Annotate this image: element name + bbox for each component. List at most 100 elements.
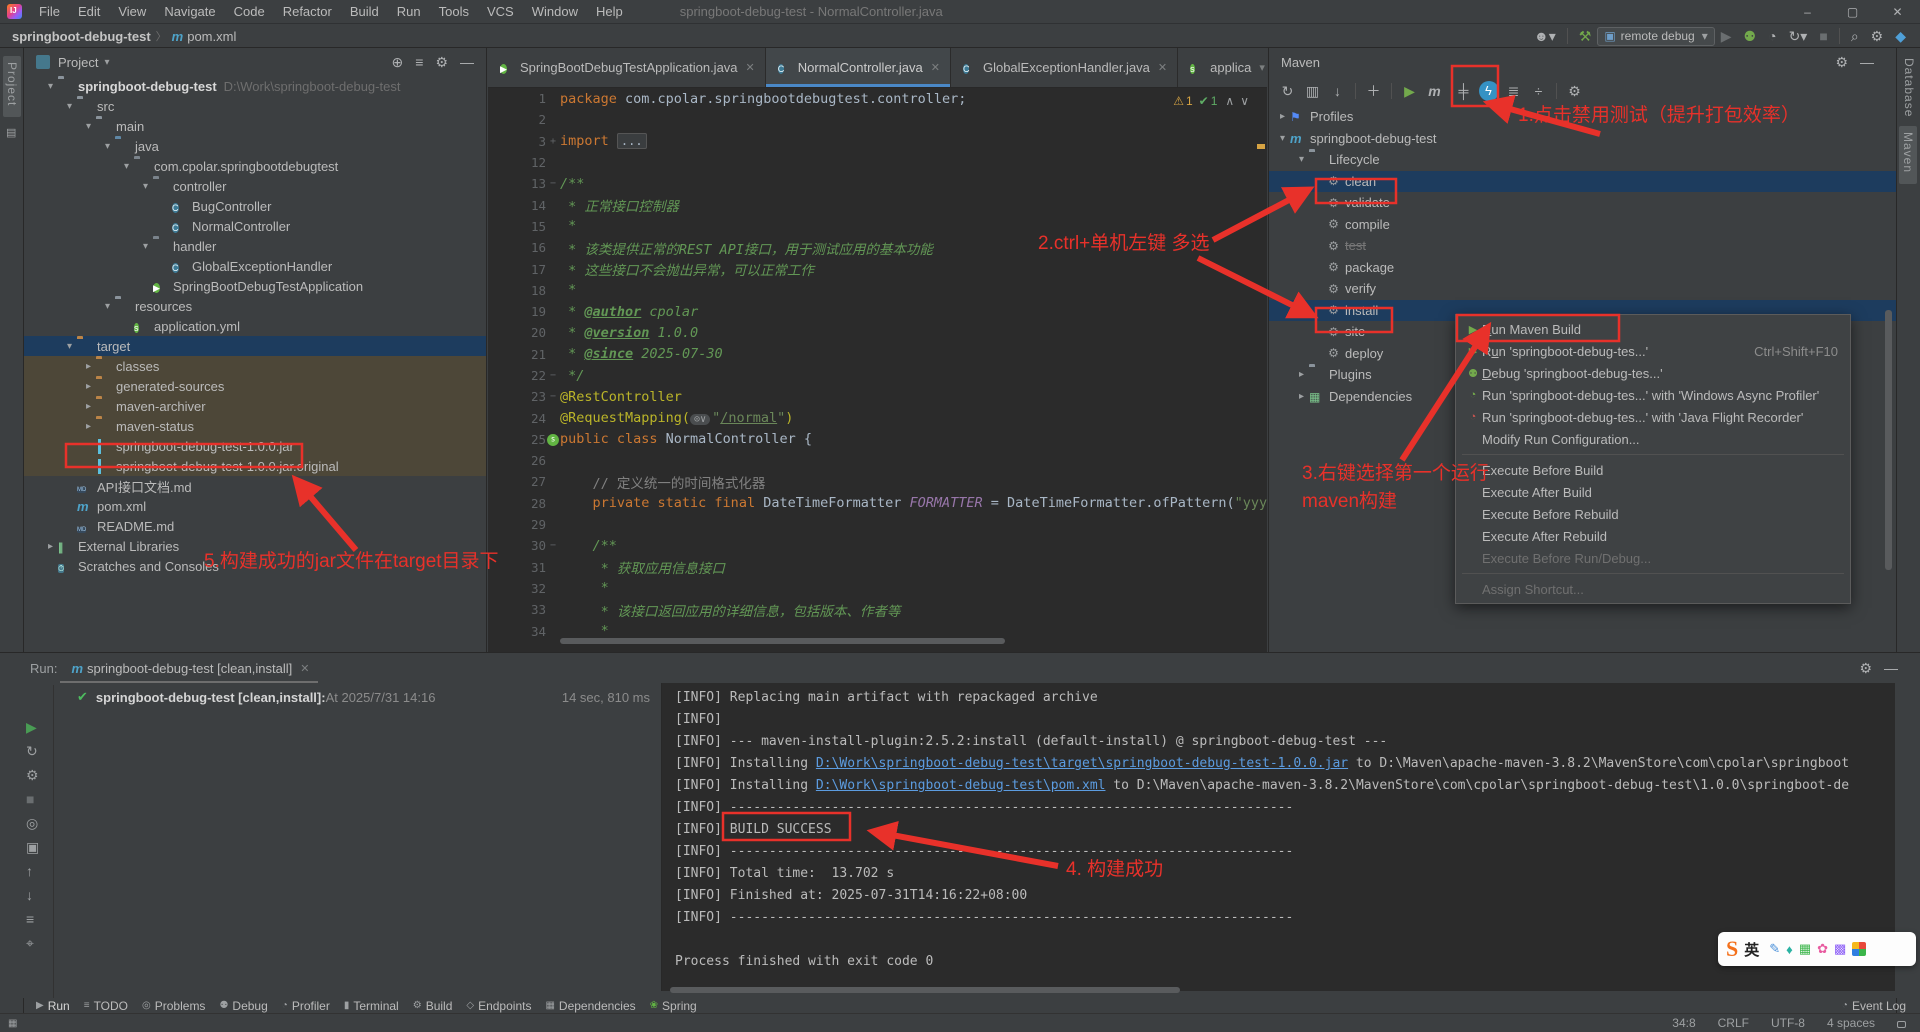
locate-icon[interactable]: ⊕ (392, 54, 404, 71)
tree-item-pom.xml[interactable]: mpom.xml (24, 496, 486, 516)
tree-chevron-icon[interactable]: ▾ (140, 181, 151, 192)
menu-item-run--springboot-debug-tes-----with--java-flight-recorder-[interactable]: ◔Run 'springboot-debug-tes...' with 'Jav… (1456, 406, 1850, 428)
menu-item-debug--springboot-debug-tes----[interactable]: ⚉Debug 'springboot-debug-tes...' (1456, 362, 1850, 384)
tree-item-classes[interactable]: ▸classes (24, 356, 486, 376)
tab-dropdown-icon[interactable]: ▾ (1259, 61, 1265, 74)
run-tab-close-icon[interactable]: ✕ (300, 662, 309, 675)
stripe-tab-maven[interactable]: Maven (1899, 126, 1917, 184)
ime-toolbar[interactable]: S 英 ✎ ♦ ▦ ✿ ▩ (1718, 932, 1916, 966)
stripe-tab-database[interactable]: Database (1902, 58, 1916, 117)
maven-item-validate[interactable]: ⚙validate (1269, 192, 1896, 214)
run-settings-wrench-icon[interactable]: ⚙ (26, 767, 39, 784)
tree-item-SpringBootDebugTestApplication[interactable]: ▶SpringBootDebugTestApplication (24, 276, 486, 296)
menu-item-run--springboot-debug-tes----[interactable]: ▶Run 'springboot-debug-tes...'Ctrl+Shift… (1456, 340, 1850, 362)
menu-item-modify-run-configuration---[interactable]: Modify Run Configuration... (1456, 428, 1850, 450)
tree-item-springboot-debug-test-1.0.0.jar.original[interactable]: springboot-debug-test-1.0.0.jar.original (24, 456, 486, 476)
tree-item-NormalController[interactable]: CNormalController (24, 216, 486, 236)
code-editor[interactable]: 1package com.cpolar.springbootdebugtest.… (488, 88, 1267, 644)
down-stack-icon[interactable]: ↓ (26, 887, 33, 903)
tree-chevron-icon[interactable]: ▸ (83, 421, 94, 432)
stripe-tab-project[interactable]: Project (3, 56, 21, 117)
menu-item-execute-before-rebuild[interactable]: Execute Before Rebuild (1456, 503, 1850, 525)
fold-marker-icon[interactable]: − (546, 178, 560, 189)
tree-item-API接口文档.md[interactable]: MDAPI接口文档.md (24, 476, 486, 496)
tree-chevron-icon[interactable]: ▸ (83, 381, 94, 392)
maven-item-test[interactable]: ⚙test (1269, 235, 1896, 257)
menu-navigate[interactable]: Navigate (155, 0, 224, 24)
menu-view[interactable]: View (109, 0, 155, 24)
file-encoding[interactable]: UTF-8 (1771, 1016, 1805, 1030)
maven-settings-wrench-icon[interactable]: ⚙ (1562, 83, 1587, 100)
menu-code[interactable]: Code (225, 0, 274, 24)
menu-item-execute-after-rebuild[interactable]: Execute After Rebuild (1456, 525, 1850, 547)
tree-item-src[interactable]: ▾src (24, 96, 486, 116)
breadcrumb-project[interactable]: springboot-debug-test (12, 29, 151, 44)
tree-item-main[interactable]: ▾main (24, 116, 486, 136)
run-tab-label[interactable]: springboot-debug-test [clean,install] (87, 661, 292, 676)
stop-button[interactable]: ■ (1819, 28, 1827, 44)
ime-mic-icon[interactable]: ♦ (1786, 942, 1793, 957)
indent-setting[interactable]: 4 spaces (1827, 1016, 1875, 1030)
tree-chevron-icon[interactable]: ▸ (1296, 391, 1307, 402)
maven-item-package[interactable]: ⚙package (1269, 257, 1896, 279)
ide-updates-icon[interactable]: ◆ (1895, 28, 1906, 45)
toolwindow-problems[interactable]: ◎Problems (142, 999, 205, 1013)
fold-marker-icon[interactable]: − (546, 391, 560, 402)
panel-settings-icon[interactable]: ⚙ (435, 54, 448, 71)
tree-item-controller[interactable]: ▾controller (24, 176, 486, 196)
editor-horizontal-scrollbar[interactable] (560, 638, 1005, 644)
menu-item-execute-before-build[interactable]: Execute Before Build (1456, 459, 1850, 481)
fold-marker-icon[interactable]: + (546, 136, 560, 147)
tab-close-icon[interactable]: ✕ (1158, 61, 1167, 74)
menu-item-run--springboot-debug-tes-----with--windows-async-profiler-[interactable]: ◔Run 'springboot-debug-tes...' with 'Win… (1456, 384, 1850, 406)
tree-item-resources[interactable]: ▾resources (24, 296, 486, 316)
tree-item-handler[interactable]: ▾handler (24, 236, 486, 256)
tree-chevron-icon[interactable]: ▾ (45, 81, 56, 92)
fold-marker-icon[interactable]: − (546, 370, 560, 381)
caret-position[interactable]: 34:8 (1672, 1016, 1695, 1030)
line-ending[interactable]: CRLF (1718, 1016, 1749, 1030)
tree-item-target[interactable]: ▾target (24, 336, 486, 356)
hide-panel-icon[interactable]: — (460, 54, 474, 70)
tree-chevron-icon[interactable]: ▾ (121, 161, 132, 172)
tree-chevron-icon[interactable]: ▾ (83, 121, 94, 132)
menu-run[interactable]: Run (388, 0, 430, 24)
tree-chevron-icon[interactable]: ▾ (64, 341, 75, 352)
maven-item-verify[interactable]: ⚙verify (1269, 278, 1896, 300)
refresh-icon[interactable]: ↻ (1275, 83, 1300, 100)
breadcrumb-file[interactable]: pom.xml (187, 29, 236, 44)
skip-tests-toggle[interactable]: ϟ (1476, 81, 1501, 101)
toolwindow-profiler[interactable]: ◔Profiler (282, 999, 330, 1013)
hide-panel-icon[interactable]: — (1860, 54, 1874, 70)
spring-bean-gutter-icon[interactable]: s (547, 434, 559, 446)
maximize-button[interactable]: ▢ (1830, 0, 1875, 24)
take-snapshot-icon[interactable]: ▣ (26, 839, 39, 856)
pin-icon[interactable]: ⌖ (26, 935, 34, 952)
tree-chevron-icon[interactable]: ▸ (83, 401, 94, 412)
rerun-icon[interactable]: ▶ (26, 719, 37, 736)
panel-settings-icon[interactable]: ⚙ (1859, 660, 1872, 677)
tree-chevron-icon[interactable]: ▾ (102, 301, 113, 312)
download-sources-icon[interactable]: ▥ (1300, 83, 1325, 100)
project-panel-title[interactable]: Project (58, 55, 98, 70)
maven-item-compile[interactable]: ⚙compile (1269, 214, 1896, 236)
show-passed-icon[interactable]: ◎ (26, 815, 38, 832)
console-output[interactable]: [INFO] Replacing main artifact with repa… (661, 683, 1895, 991)
status-grid-icon[interactable]: ▦ (8, 1018, 17, 1029)
rerun-failed-icon[interactable]: ↻ (26, 743, 38, 760)
tree-item-Scratches and Consoles[interactable]: ⏱Scratches and Consoles (24, 556, 486, 576)
ime-keyboard-icon[interactable]: ▦ (1799, 941, 1811, 957)
tree-chevron-icon[interactable]: ▸ (83, 361, 94, 372)
console-horizontal-scrollbar[interactable] (670, 987, 1180, 993)
ime-skin-icon[interactable]: ▩ (1834, 941, 1846, 957)
search-icon[interactable]: ⌕ (1851, 28, 1859, 45)
editor-tab-GlobalExceptionHandler.java[interactable]: CGlobalExceptionHandler.java✕ (951, 48, 1178, 87)
tab-close-icon[interactable]: ✕ (746, 61, 755, 74)
collapse-all-icon[interactable]: ÷ (1526, 83, 1551, 99)
panel-settings-icon[interactable]: ⚙ (1835, 54, 1848, 71)
run-button[interactable]: ▶ (1721, 28, 1732, 45)
toolwindow-build[interactable]: ⚙Build (413, 999, 453, 1013)
menu-item-run-maven-build[interactable]: ▶Run Maven Build (1456, 318, 1850, 340)
event-log-button[interactable]: ◔ Event Log (1842, 999, 1906, 1013)
menu-build[interactable]: Build (341, 0, 388, 24)
